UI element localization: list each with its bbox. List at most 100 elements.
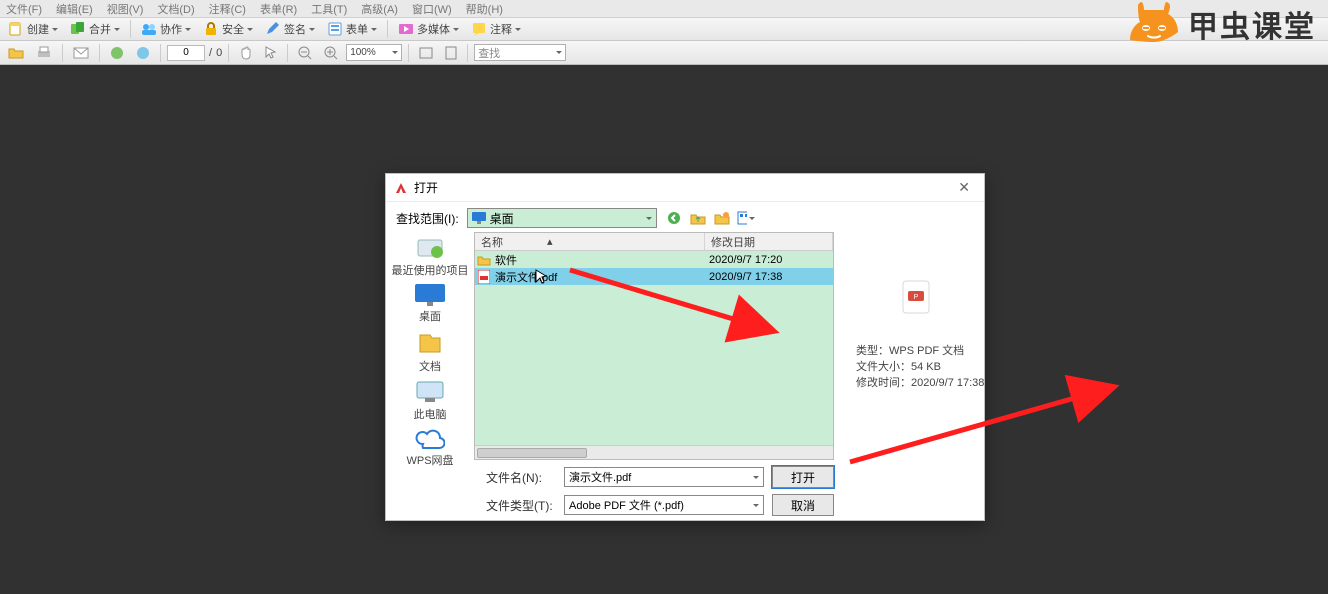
place-computer[interactable]: 此电脑: [414, 380, 447, 422]
create-label: 创建: [27, 21, 49, 37]
menu-advanced[interactable]: 高级(A): [361, 1, 398, 17]
place-recent[interactable]: 最近使用的项目: [392, 234, 469, 278]
menu-edit[interactable]: 编辑(E): [56, 1, 93, 17]
place-desktop[interactable]: 桌面: [415, 284, 445, 324]
file-list[interactable]: 名称▴ 修改日期 软件 2020/9/7 17:20 演示文件.pdf 2020…: [474, 232, 834, 460]
file-row-folder[interactable]: 软件 2020/9/7 17:20: [475, 251, 833, 268]
fit-width-button[interactable]: [415, 43, 437, 63]
page-separator: /: [209, 47, 212, 59]
places-bar: 最近使用的项目 桌面 文档 此电脑 WPS网盘: [386, 232, 474, 460]
sign-label: 签名: [284, 21, 306, 37]
col-name[interactable]: 名称▴: [475, 233, 705, 250]
dropdown-icon: [52, 28, 58, 31]
separator: [160, 44, 161, 62]
attach-button[interactable]: [132, 43, 154, 63]
attach-icon: [136, 46, 150, 60]
media-button[interactable]: 多媒体: [394, 19, 463, 39]
place-documents[interactable]: 文档: [417, 330, 443, 374]
dropdown-icon: [515, 28, 521, 31]
open-button[interactable]: 打开: [772, 466, 834, 488]
fit-page-button[interactable]: [441, 43, 461, 63]
filename-row: 文件名(N): 演示文件.pdf 打开: [386, 460, 984, 488]
horizontal-scrollbar[interactable]: [475, 445, 833, 459]
page-number-input[interactable]: [167, 45, 205, 61]
people-icon: [141, 21, 157, 37]
lookin-select[interactable]: 桌面: [467, 208, 657, 228]
new-folder-icon: [714, 211, 730, 225]
filetype-select[interactable]: Adobe PDF 文件 (*.pdf): [564, 495, 764, 515]
filename-input[interactable]: 演示文件.pdf: [564, 467, 764, 487]
share-button[interactable]: [106, 43, 128, 63]
separator: [287, 44, 288, 62]
menu-view[interactable]: 视图(V): [107, 1, 144, 17]
lock-icon: [203, 21, 219, 37]
menu-help[interactable]: 帮助(H): [466, 1, 503, 17]
back-icon: [667, 211, 681, 225]
sign-button[interactable]: 签名: [261, 19, 319, 39]
menu-window[interactable]: 窗口(W): [412, 1, 452, 17]
zoom-value: 100%: [350, 47, 376, 58]
up-button[interactable]: [689, 209, 707, 227]
back-button[interactable]: [665, 209, 683, 227]
hand-tool[interactable]: [235, 43, 257, 63]
create-button[interactable]: 创建: [4, 19, 62, 39]
annotate-button[interactable]: 注释: [467, 19, 525, 39]
share-icon: [110, 46, 124, 60]
form-button[interactable]: 表单: [323, 19, 381, 39]
folder-open-icon: [8, 46, 24, 60]
menu-document[interactable]: 文档(D): [157, 1, 194, 17]
dropdown-icon: [309, 28, 315, 31]
mail-button[interactable]: [69, 43, 93, 63]
sort-up-icon: ▴: [547, 235, 553, 248]
place-wps[interactable]: WPS网盘: [406, 428, 453, 468]
new-folder-button[interactable]: [713, 209, 731, 227]
zoom-out-button[interactable]: [294, 43, 316, 63]
print-button[interactable]: [32, 43, 56, 63]
preview-size: 文件大小：54 KB: [856, 358, 976, 374]
select-tool[interactable]: [261, 43, 281, 63]
secure-button[interactable]: 安全: [199, 19, 257, 39]
file-row-pdf[interactable]: 演示文件.pdf 2020/9/7 17:38: [475, 268, 833, 285]
zoom-out-icon: [298, 46, 312, 60]
separator: [408, 44, 409, 62]
brand-watermark: 甲虫课堂: [1128, 2, 1316, 46]
zoom-select[interactable]: 100%: [346, 44, 402, 61]
menu-comments[interactable]: 注释(C): [209, 1, 246, 17]
combine-button[interactable]: 合并: [66, 19, 124, 39]
dialog-close-button[interactable]: ✕: [952, 177, 976, 198]
dropdown-icon: [753, 476, 759, 479]
pdf-file-icon: [478, 270, 490, 284]
open-folder-button[interactable]: [4, 43, 28, 63]
zoom-in-button[interactable]: [320, 43, 342, 63]
mail-icon: [73, 47, 89, 59]
view-menu-button[interactable]: [737, 209, 755, 227]
pdf-preview-icon: P: [902, 280, 930, 314]
col-date[interactable]: 修改日期: [705, 233, 833, 250]
separator: [228, 44, 229, 62]
dropdown-icon: [371, 28, 377, 31]
filename-value: 演示文件.pdf: [569, 469, 631, 485]
brand-text: 甲虫课堂: [1188, 2, 1316, 46]
page-total: 0: [216, 47, 222, 59]
collab-button[interactable]: 协作: [137, 19, 195, 39]
place-desktop-label: 桌面: [419, 308, 441, 324]
combine-label: 合并: [89, 21, 111, 37]
find-input[interactable]: 查找: [474, 44, 566, 61]
svg-text:P: P: [914, 294, 919, 301]
menu-forms[interactable]: 表单(R): [260, 1, 297, 17]
separator: [130, 20, 131, 38]
find-placeholder: 查找: [478, 45, 500, 61]
place-recent-label: 最近使用的项目: [392, 262, 469, 278]
cloud-icon: [415, 428, 445, 450]
menu-file[interactable]: 文件(F): [6, 1, 42, 17]
folder-icon: [477, 254, 491, 266]
separator: [387, 20, 388, 38]
new-file-icon: [8, 21, 24, 37]
filename-label: 文件名(N):: [486, 469, 556, 486]
menu-tools[interactable]: 工具(T): [311, 1, 347, 17]
file-name: 演示文件.pdf: [493, 269, 705, 285]
cancel-button[interactable]: 取消: [772, 494, 834, 516]
scrollbar-thumb[interactable]: [477, 448, 587, 458]
place-computer-label: 此电脑: [414, 406, 447, 422]
file-zone: 名称▴ 修改日期 软件 2020/9/7 17:20 演示文件.pdf 2020…: [474, 232, 984, 460]
